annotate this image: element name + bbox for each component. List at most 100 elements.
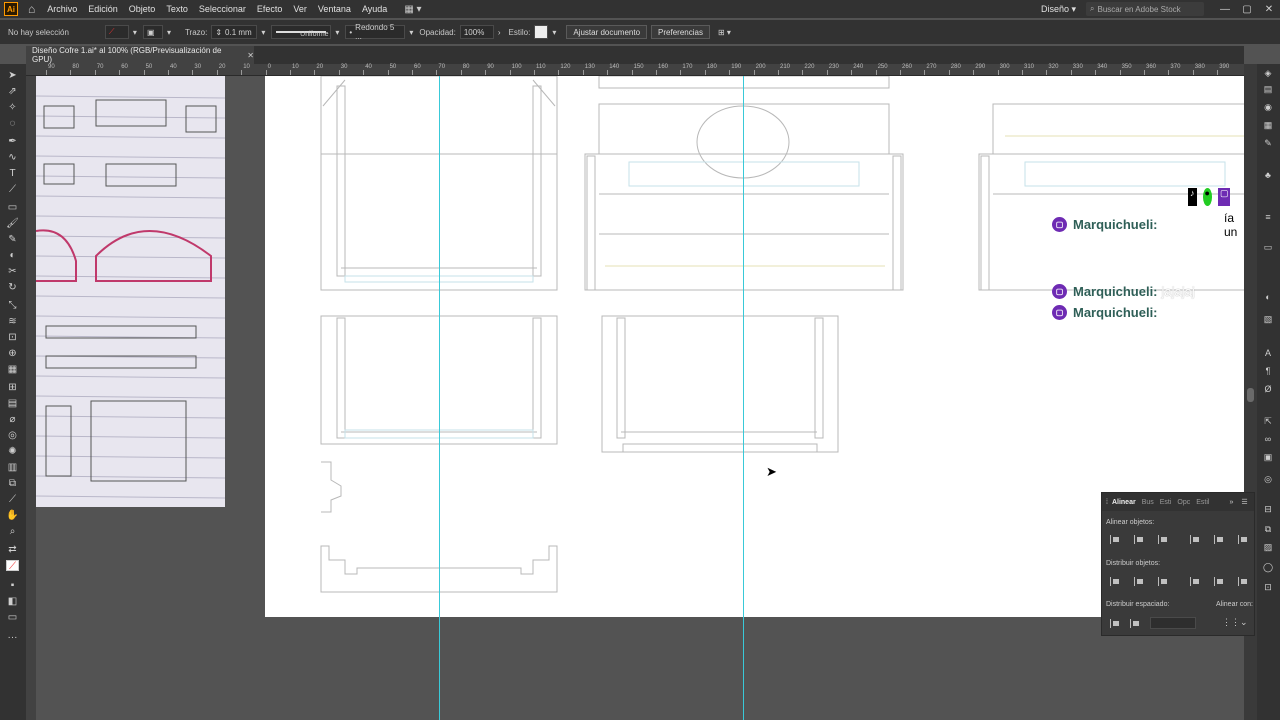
artboard[interactable] bbox=[265, 76, 1244, 617]
vertical-guide[interactable] bbox=[439, 76, 440, 720]
hand-tool-icon[interactable]: ✋ bbox=[6, 510, 19, 521]
chevron-down-icon[interactable]: ▾ bbox=[261, 28, 265, 37]
expand-panel-icon[interactable]: » bbox=[1230, 499, 1234, 506]
arrange-icon[interactable]: ⊞ ▾ bbox=[718, 28, 731, 37]
stock-search-input[interactable]: ⌕ Buscar en Adobe Stock bbox=[1086, 2, 1204, 16]
arrange-documents-icon[interactable]: ▦ ▾ bbox=[404, 4, 421, 15]
distribute-horizontal-spacing-icon[interactable] bbox=[1130, 619, 1140, 628]
menu-objeto[interactable]: Objeto bbox=[129, 4, 156, 14]
style-swatch[interactable] bbox=[534, 25, 549, 39]
vertical-guide[interactable] bbox=[743, 76, 744, 720]
menu-efecto[interactable]: Efecto bbox=[257, 4, 283, 14]
align-right-icon[interactable] bbox=[1158, 535, 1168, 544]
chevron-down-icon[interactable]: ▾ bbox=[409, 28, 413, 37]
distribute-bottom-icon[interactable] bbox=[1158, 577, 1168, 586]
menu-texto[interactable]: Texto bbox=[166, 4, 188, 14]
mesh-tool-icon[interactable]: ⊞ bbox=[6, 382, 19, 393]
gradient-panel-icon[interactable]: ▭ bbox=[1262, 242, 1274, 252]
shaper-tool-icon[interactable]: ✎ bbox=[6, 234, 19, 245]
opentype-icon[interactable]: Ø bbox=[1262, 384, 1274, 394]
tab-buscatrazos[interactable]: Bus bbox=[1142, 499, 1154, 506]
maximize-icon[interactable]: ▢ bbox=[1236, 4, 1258, 15]
swap-colors-icon[interactable]: ⇄ bbox=[6, 544, 19, 555]
menu-edicion[interactable]: Edición bbox=[88, 4, 118, 14]
paintbrush-tool-icon[interactable]: 🖌 bbox=[6, 218, 19, 229]
column-graph-tool-icon[interactable]: ▥ bbox=[6, 462, 19, 473]
home-icon[interactable]: ⌂ bbox=[28, 2, 35, 16]
rectangle-tool-icon[interactable]: ▭ bbox=[6, 202, 19, 213]
layers-icon[interactable]: ◈ bbox=[1262, 68, 1274, 78]
color-mode-icon[interactable]: ▪ bbox=[6, 580, 19, 591]
distribute-left-icon[interactable] bbox=[1190, 577, 1200, 586]
free-transform-tool-icon[interactable]: ⊡ bbox=[6, 332, 19, 343]
close-tab-icon[interactable]: ✕ bbox=[247, 51, 254, 60]
rotate-tool-icon[interactable]: ↻ bbox=[6, 282, 19, 293]
chevron-down-icon[interactable]: ▾ bbox=[552, 28, 556, 37]
gradient-tool-icon[interactable]: ▤ bbox=[6, 398, 19, 409]
screen-mode-icon[interactable]: ▭ bbox=[6, 612, 19, 623]
color-icon[interactable]: ◉ bbox=[1262, 102, 1274, 112]
curvature-tool-icon[interactable]: ∿ bbox=[6, 152, 19, 163]
selection-tool-icon[interactable]: ➤ bbox=[6, 70, 19, 81]
align-horizontal-center-icon[interactable] bbox=[1134, 535, 1144, 544]
menu-ver[interactable]: Ver bbox=[293, 4, 307, 14]
align-bottom-icon[interactable] bbox=[1238, 535, 1248, 544]
scissors-tool-icon[interactable]: ✂ bbox=[6, 266, 19, 277]
appearance-icon[interactable]: ◐ bbox=[1262, 292, 1274, 302]
direct-selection-tool-icon[interactable]: ⇗ bbox=[6, 86, 19, 97]
workspace-switcher[interactable]: Diseño ▾ bbox=[1041, 4, 1076, 15]
graphic-styles-icon[interactable]: ▧ bbox=[1262, 314, 1274, 324]
document-tab[interactable]: Diseño Cofre 1.ai* al 100% (RGB/Previsua… bbox=[26, 46, 254, 64]
opacity-input[interactable]: 100% bbox=[459, 25, 494, 39]
eyedropper-tool-icon[interactable]: ⌀ bbox=[6, 414, 19, 425]
scale-tool-icon[interactable]: ⤡ bbox=[6, 300, 19, 311]
export-icon[interactable]: ⇱ bbox=[1262, 416, 1274, 426]
blob-brush-tool-icon[interactable]: ◐ bbox=[6, 250, 19, 261]
canvas-area[interactable]: ➤ bbox=[36, 76, 1244, 720]
more-tools-icon[interactable]: ··· bbox=[6, 632, 19, 643]
fill-color-icon[interactable]: ⟋ bbox=[6, 560, 19, 572]
swatches-icon[interactable]: ▦ bbox=[1262, 120, 1274, 130]
perspective-grid-tool-icon[interactable]: ▦ bbox=[6, 364, 19, 375]
paragraph-icon[interactable]: ¶ bbox=[1262, 366, 1274, 376]
libraries-icon[interactable]: ▤ bbox=[1262, 84, 1274, 94]
tab-alinear[interactable]: Alinear bbox=[1112, 499, 1136, 506]
menu-seleccionar[interactable]: Seleccionar bbox=[199, 4, 246, 14]
chevron-down-icon[interactable]: ▾ bbox=[167, 28, 171, 37]
navigator-icon[interactable]: ◎ bbox=[1262, 474, 1274, 484]
stroke-weight-input[interactable]: ⇕ 0.1 mm bbox=[211, 25, 258, 39]
type-tool-icon[interactable]: T bbox=[6, 168, 19, 179]
panel-menu-icon[interactable]: ☰ bbox=[1241, 498, 1247, 506]
image-trace-icon[interactable]: ▣ bbox=[1262, 452, 1274, 462]
tab-opciones[interactable]: Opc bbox=[1177, 499, 1190, 506]
align-vertical-center-icon[interactable] bbox=[1214, 535, 1224, 544]
menu-ventana[interactable]: Ventana bbox=[318, 4, 351, 14]
distribute-vertical-spacing-icon[interactable] bbox=[1110, 619, 1120, 628]
align-left-icon[interactable] bbox=[1110, 535, 1120, 544]
chevron-down-icon[interactable]: ▾ bbox=[133, 28, 137, 37]
slice-tool-icon[interactable]: ⟋ bbox=[6, 494, 19, 505]
distribute-horizontal-center-icon[interactable] bbox=[1214, 577, 1224, 586]
distribute-top-icon[interactable] bbox=[1110, 577, 1120, 586]
chevron-down-icon[interactable]: ▾ bbox=[335, 28, 339, 37]
warp-tool-icon[interactable]: ≋ bbox=[6, 316, 19, 327]
spacing-input[interactable] bbox=[1150, 617, 1196, 629]
document-setup-button[interactable]: Ajustar documento bbox=[566, 25, 648, 39]
symbol-sprayer-tool-icon[interactable]: ✺ bbox=[6, 446, 19, 457]
brush-select[interactable]: • Redondo 5 ... bbox=[345, 23, 406, 41]
transform-icon[interactable]: ⧉ bbox=[1262, 524, 1274, 534]
pen-tool-icon[interactable]: ✒ bbox=[6, 136, 19, 147]
line-tool-icon[interactable]: ⟋ bbox=[6, 184, 19, 195]
close-icon[interactable]: ✕ bbox=[1258, 4, 1280, 15]
tab-estilos-texto[interactable]: Estil bbox=[1196, 499, 1209, 506]
magic-wand-tool-icon[interactable]: ✧ bbox=[6, 102, 19, 113]
align-top-icon[interactable] bbox=[1190, 535, 1200, 544]
character-icon[interactable]: A bbox=[1262, 348, 1274, 358]
drawing-mode-icon[interactable]: ◧ bbox=[6, 596, 19, 607]
brushes-icon[interactable]: ✎ bbox=[1262, 138, 1274, 148]
scrollbar-thumb[interactable] bbox=[1247, 388, 1254, 402]
artboard-tool-icon[interactable]: ⧉ bbox=[6, 478, 19, 489]
distribute-vertical-center-icon[interactable] bbox=[1134, 577, 1144, 586]
menu-archivo[interactable]: Archivo bbox=[47, 4, 77, 14]
fill-swatch[interactable]: ⟋ bbox=[104, 25, 129, 39]
